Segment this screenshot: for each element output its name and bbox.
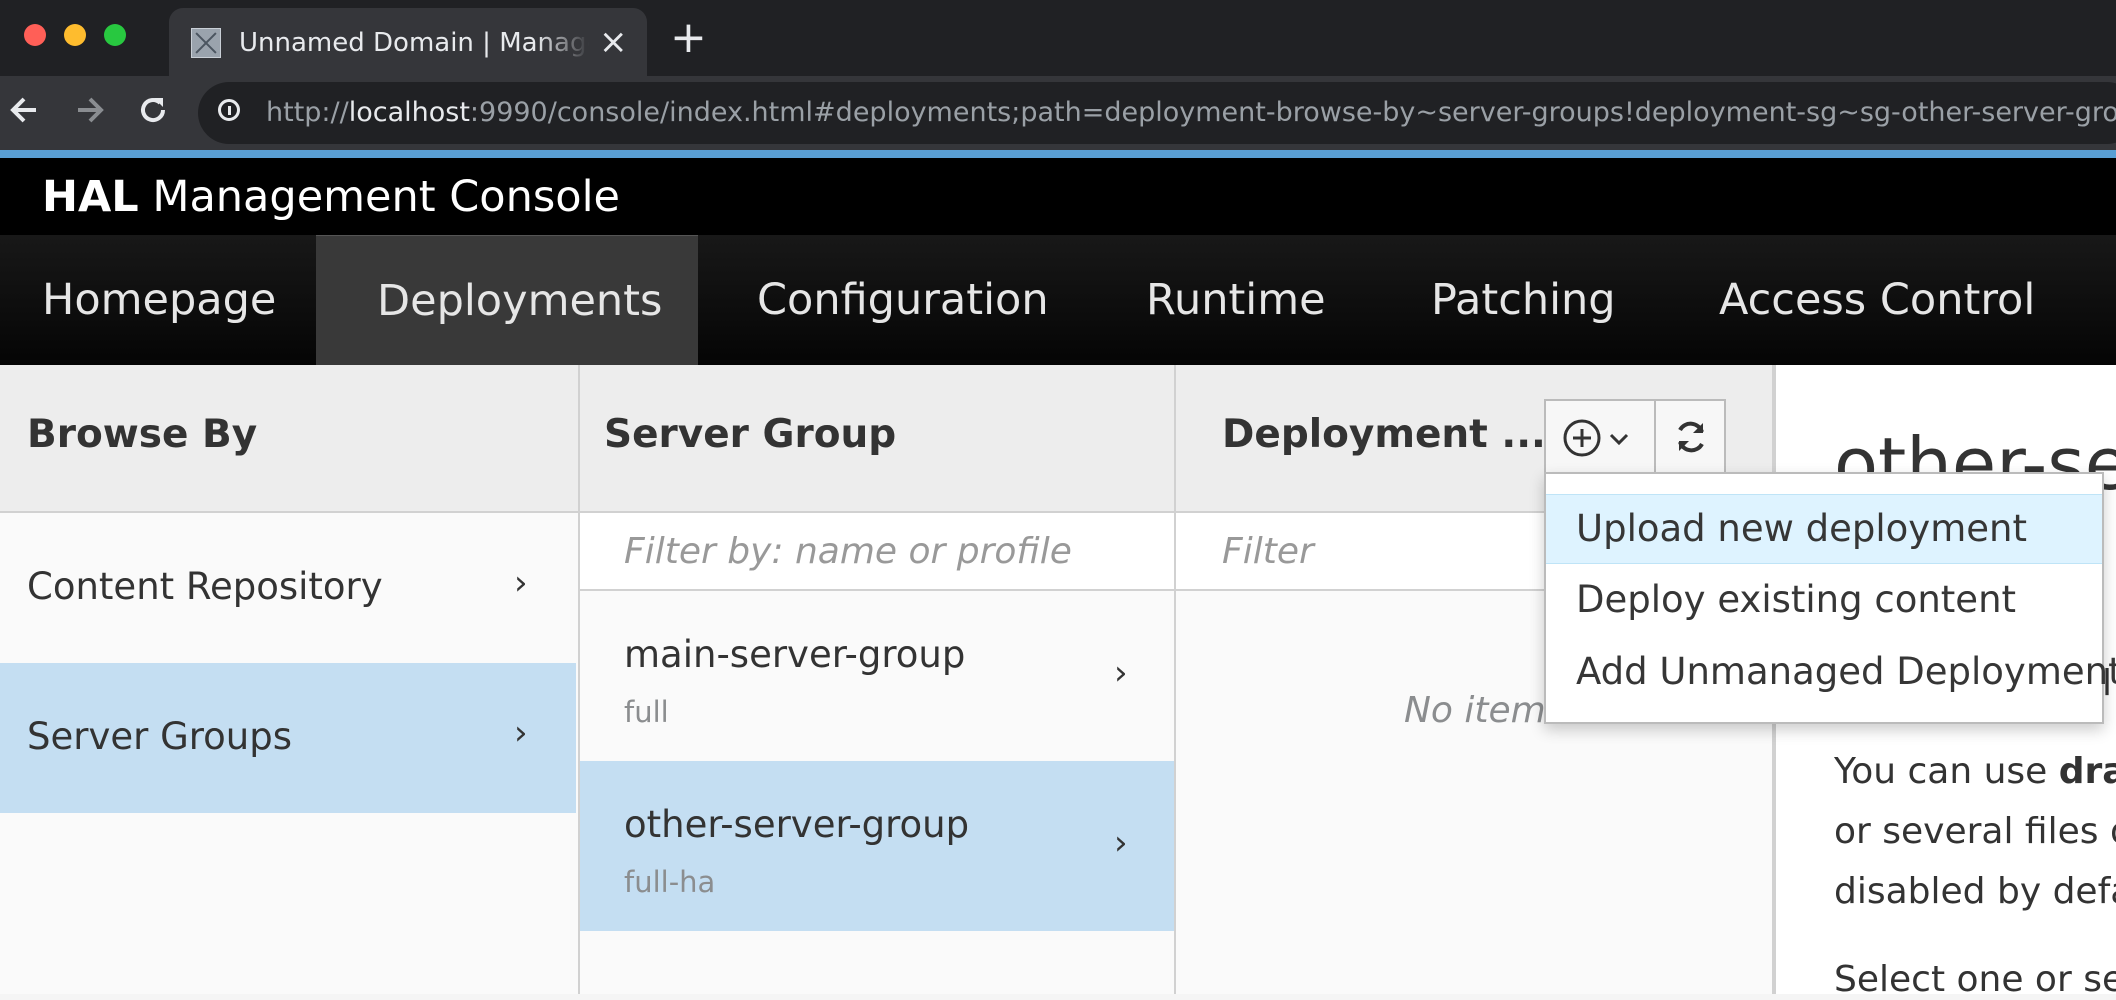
menu-item-upload-new-deployment[interactable]: Upload new deployment (1546, 494, 2102, 564)
menu-item-deploy-existing-content[interactable]: Deploy existing content (1546, 566, 2102, 636)
favicon-icon (191, 28, 221, 58)
nav-deployments-label: Deployments (377, 276, 663, 326)
preview-line: or several files or (1834, 811, 2116, 852)
url-host: localhost (348, 97, 470, 128)
chevron-down-icon (1609, 433, 1629, 446)
server-group-column: Server Group Filter by: name or profile … (580, 365, 1176, 994)
item-label: Server Groups (27, 715, 293, 758)
preview-bold-text: drag (2058, 751, 2116, 792)
column-title: Deployment ... (1222, 412, 1546, 457)
preview-text-span: You can use (1834, 751, 2059, 792)
server-group-item[interactable]: main-server-group full › (580, 591, 1174, 761)
chevron-right-icon: › (514, 713, 528, 753)
server-group-profile: full (624, 695, 669, 729)
browse-by-column: Browse By Content Repository › Server Gr… (0, 365, 580, 994)
minimize-window-button[interactable] (64, 24, 86, 46)
item-label: Content Repository (27, 565, 383, 608)
server-group-profile: full-ha (624, 865, 716, 899)
zoom-window-button[interactable] (104, 24, 126, 46)
browser-toolbar: http://localhost:9990/console/index.html… (0, 76, 2116, 150)
server-group-name: other-server-group (624, 803, 970, 846)
browser-tab-strip: Unnamed Domain | Management Console × + (0, 0, 2116, 76)
chevron-right-icon: › (1114, 823, 1128, 863)
brand-text: Management Console (152, 172, 620, 222)
app-header: HAL Management Console (0, 158, 2116, 235)
menu-item-add-unmanaged-deployment[interactable]: Add Unmanaged Deployment (1546, 638, 2116, 708)
back-arrow-icon[interactable] (8, 88, 40, 143)
column-title: Browse By (27, 412, 258, 457)
address-bar[interactable]: http://localhost:9990/console/index.html… (198, 82, 2116, 144)
nav-homepage[interactable]: Homepage (42, 235, 276, 365)
accent-bar (0, 150, 2116, 158)
server-group-filter-input[interactable]: Filter by: name or profile (580, 513, 1174, 591)
brand-bold: HAL (42, 172, 139, 222)
nav-access-control[interactable]: Access Control (1719, 235, 2035, 365)
close-window-button[interactable] (24, 24, 46, 46)
url-text: http://localhost:9990/console/index.html… (266, 97, 2116, 128)
site-info-icon[interactable] (218, 99, 240, 121)
add-deployment-button[interactable] (1544, 399, 1656, 475)
plus-circle-icon (1563, 419, 1601, 457)
menu-item-label: Add Unmanaged Deployment (1576, 650, 2116, 693)
refresh-button[interactable] (1654, 399, 1726, 475)
preview-line: disabled by defau (1834, 871, 2116, 912)
nav-runtime[interactable]: Runtime (1146, 235, 1326, 365)
browser-tab[interactable]: Unnamed Domain | Management Console × (169, 8, 647, 76)
reload-icon[interactable] (136, 88, 170, 143)
url-path: :9990/console/index.html#deployments;pat… (469, 97, 2116, 128)
add-deployment-dropdown: Upload new deployment Deploy existing co… (1544, 472, 2116, 724)
server-group-name: main-server-group (624, 633, 966, 676)
filter-placeholder: Filter (1222, 531, 1314, 572)
nav-patching[interactable]: Patching (1431, 235, 1616, 365)
menu-item-label: Deploy existing content (1576, 578, 2017, 621)
refresh-icon (1678, 421, 1704, 453)
browse-item-server-groups[interactable]: Server Groups › (0, 663, 576, 813)
browse-item-content-repository[interactable]: Content Repository › (0, 513, 578, 663)
menu-item-label: Upload new deployment (1576, 507, 2027, 550)
chevron-right-icon: › (1114, 653, 1128, 693)
forward-arrow-icon[interactable] (74, 88, 106, 143)
nav-configuration[interactable]: Configuration (757, 235, 1049, 365)
close-tab-icon[interactable]: × (599, 22, 628, 62)
column-title: Server Group (604, 412, 897, 457)
url-prefix: http:// (266, 97, 349, 128)
server-group-header: Server Group (580, 365, 1174, 513)
new-tab-icon[interactable]: + (670, 16, 707, 60)
brand-logo[interactable]: HAL Management Console (42, 172, 620, 222)
empty-message: No items (1404, 690, 1565, 731)
server-group-item[interactable]: other-server-group full-ha › (580, 761, 1174, 931)
main-nav: Homepage Deployments Configuration Runti… (0, 235, 2116, 365)
chevron-right-icon: › (514, 563, 528, 603)
tab-title: Unnamed Domain | Management Console (239, 28, 589, 58)
nav-deployments[interactable]: Deployments (316, 235, 698, 365)
browse-by-header: Browse By (0, 365, 578, 513)
filter-placeholder: Filter by: name or profile (624, 531, 1072, 572)
preview-line: You can use drag (1834, 751, 2116, 792)
